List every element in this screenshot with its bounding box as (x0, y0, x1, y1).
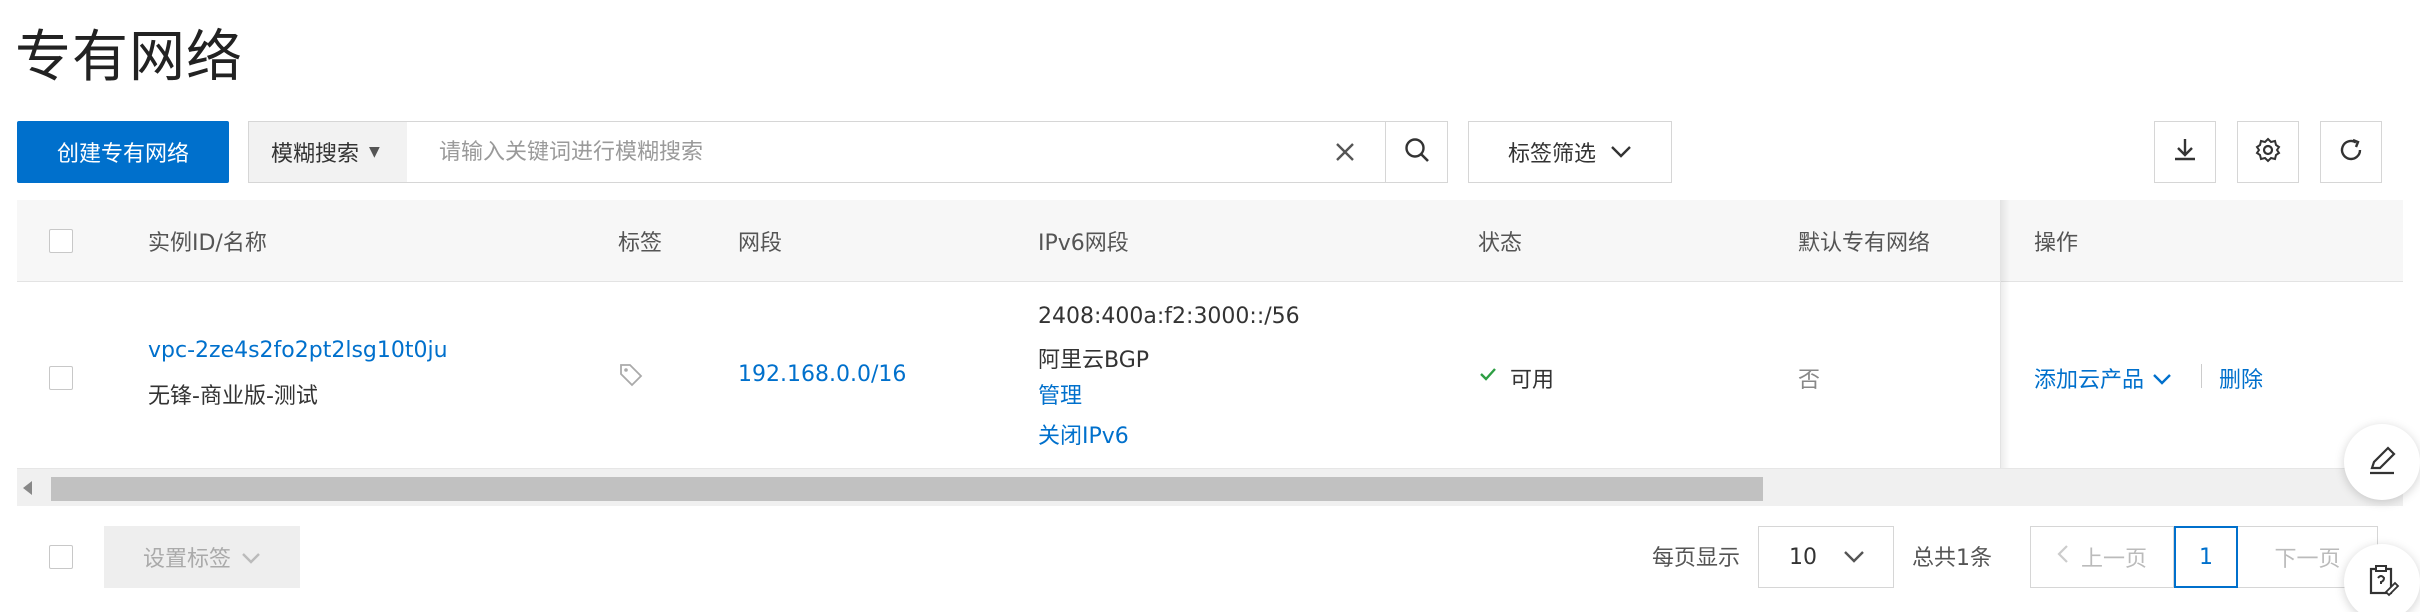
column-header-default: 默认专有网络 (1798, 231, 1931, 256)
ipv6-close-link[interactable]: 关闭IPv6 (1038, 418, 1129, 450)
download-icon (2170, 135, 2200, 169)
column-header-actions: 操作 (2034, 231, 2079, 256)
column-header-status: 状态 (1478, 231, 1523, 256)
ipv6-cidr: 2408:400a:f2:3000::/56 (1038, 304, 1300, 329)
action-divider (2201, 364, 2202, 388)
search-button[interactable] (1385, 122, 1447, 182)
prev-page-label: 上一页 (2080, 547, 2147, 572)
table-header: 实例ID/名称 标签 网段 IPv6网段 状态 默认专有网络 操作 (17, 200, 2403, 282)
search-mode-select[interactable]: 模糊搜索 ▼ (249, 122, 407, 182)
create-vpc-button[interactable]: 创建专有网络 (17, 121, 229, 183)
column-header-tags: 标签 (618, 231, 663, 256)
tag-icon[interactable] (618, 362, 644, 394)
add-product-label: 添加云产品 (2034, 368, 2145, 393)
settings-button[interactable] (2237, 121, 2299, 183)
column-header-cidr: 网段 (738, 231, 783, 256)
pagination: 上一页 1 下一页 (2030, 526, 2378, 588)
search-input[interactable] (439, 122, 1299, 182)
page-title: 专有网络 (15, 25, 243, 90)
page-size-value: 10 (1789, 544, 1817, 570)
table-row: vpc-2ze4s2fo2pt2lsg10t0ju 无锋-商业版-测试 192.… (17, 282, 2403, 468)
chevron-down-icon (1843, 545, 1865, 570)
set-tags-label: 设置标签 (142, 547, 231, 572)
tag-filter-button[interactable]: 标签筛选 (1468, 121, 1672, 183)
refresh-icon (2336, 135, 2366, 169)
chevron-left-icon (2057, 544, 2069, 570)
row-checkbox[interactable] (49, 366, 73, 390)
ipv6-isp: 阿里云BGP (1038, 348, 1150, 373)
chevron-down-icon (2152, 366, 2172, 391)
status-text: 可用 (1510, 368, 1555, 393)
feedback-survey-button[interactable] (2344, 544, 2420, 612)
search-icon (1402, 135, 1432, 169)
check-icon (1478, 364, 1498, 390)
instance-name: 无锋-商业版-测试 (148, 384, 318, 409)
chevron-down-icon (1610, 140, 1632, 165)
add-product-dropdown[interactable]: 添加云产品 (2034, 362, 2172, 394)
caret-down-icon: ▼ (369, 144, 380, 160)
feedback-edit-button[interactable] (2344, 424, 2420, 500)
scroll-left-arrow-icon[interactable] (23, 481, 32, 495)
scrollbar-thumb[interactable] (51, 477, 1763, 501)
set-tags-button[interactable]: 设置标签 (104, 526, 300, 588)
ipv6-manage-link[interactable]: 管理 (1038, 378, 1082, 410)
default-vpc-value: 否 (1798, 368, 1821, 393)
column-header-ipv6: IPv6网段 (1038, 231, 1129, 256)
clipboard-edit-icon (2364, 562, 2400, 602)
cidr-link[interactable]: 192.168.0.0/16 (738, 362, 906, 387)
tag-filter-label: 标签筛选 (1507, 142, 1596, 167)
fixed-column-divider (2000, 200, 2001, 468)
footer-select-all-checkbox[interactable] (49, 545, 73, 569)
fixed-column-shadow (2000, 200, 2010, 468)
select-all-checkbox[interactable] (49, 229, 73, 253)
page-size-select[interactable]: 10 (1758, 526, 1894, 588)
total-count: 总共1条 (1912, 546, 1992, 571)
current-page[interactable]: 1 (2174, 526, 2238, 588)
search-box: 模糊搜索 ▼ (248, 121, 1448, 183)
instance-id-link[interactable]: vpc-2ze4s2fo2pt2lsg10t0ju (148, 338, 448, 363)
search-mode-label: 模糊搜索 (271, 142, 360, 167)
prev-page-button[interactable]: 上一页 (2030, 526, 2174, 588)
horizontal-scrollbar[interactable] (17, 468, 2403, 506)
edit-icon (2364, 442, 2400, 482)
refresh-button[interactable] (2320, 121, 2382, 183)
per-page-label: 每页显示 (1652, 546, 1741, 571)
chevron-down-icon (241, 545, 261, 570)
close-icon[interactable] (1329, 136, 1361, 168)
delete-link[interactable]: 删除 (2219, 362, 2263, 394)
column-header-id-name: 实例ID/名称 (148, 231, 267, 256)
next-page-label: 下一页 (2274, 547, 2341, 572)
gear-icon (2253, 135, 2283, 169)
download-button[interactable] (2154, 121, 2216, 183)
